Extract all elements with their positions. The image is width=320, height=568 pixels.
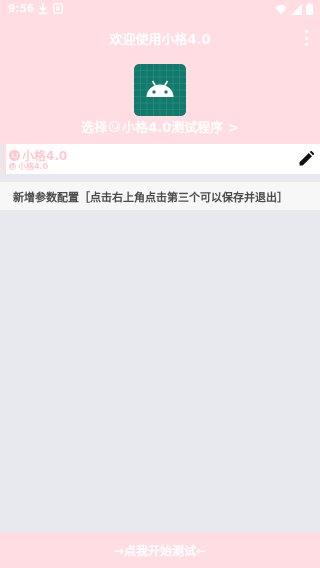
status-bar: 9:56 — [0, 0, 320, 19]
choose-prefix: 选择 — [81, 121, 108, 136]
config-sub-logo-icon — [9, 163, 16, 170]
start-test-button[interactable]: →点我开始测试← — [0, 532, 320, 568]
separator — [0, 174, 320, 182]
status-right-icons — [275, 3, 313, 15]
add-config-row[interactable]: 新增参数配置［点击右上角点击第三个可以保存并退出］ — [0, 182, 320, 210]
content-area — [0, 210, 320, 532]
config-sub-name: 小格4.0 — [18, 162, 49, 171]
notification-icon — [53, 3, 63, 14]
add-config-text: 新增参数配置［点击右上角点击第三个可以保存并退出］ — [13, 191, 288, 204]
config-card-accent — [3, 144, 6, 174]
status-time: 9:56 — [8, 3, 35, 15]
start-test-label: →点我开始测试← — [113, 544, 207, 558]
download-icon — [38, 3, 48, 15]
choose-suffix: 小格4.0测试程序 > — [122, 121, 239, 136]
app-title: 欢迎使用小格4.0 — [109, 33, 211, 48]
config-card[interactable]: 小格4.0 小格4.0 — [3, 144, 320, 174]
choose-program-link[interactable]: 选择 小格4.0测试程序 > — [0, 117, 320, 136]
xiaoge-logo-icon — [109, 121, 121, 132]
config-sub-row: 小格4.0 — [9, 161, 48, 172]
config-logo-icon — [9, 150, 20, 161]
signal-icon — [291, 3, 302, 15]
header: 选择 小格4.0测试程序 > — [0, 58, 320, 144]
app-bar: 欢迎使用小格4.0 — [0, 19, 320, 58]
battery-icon — [306, 3, 313, 15]
wifi-icon — [275, 4, 287, 14]
android-app-icon[interactable] — [134, 64, 186, 116]
more-vert-icon[interactable] — [302, 29, 310, 47]
edit-pencil-icon[interactable] — [298, 151, 314, 167]
